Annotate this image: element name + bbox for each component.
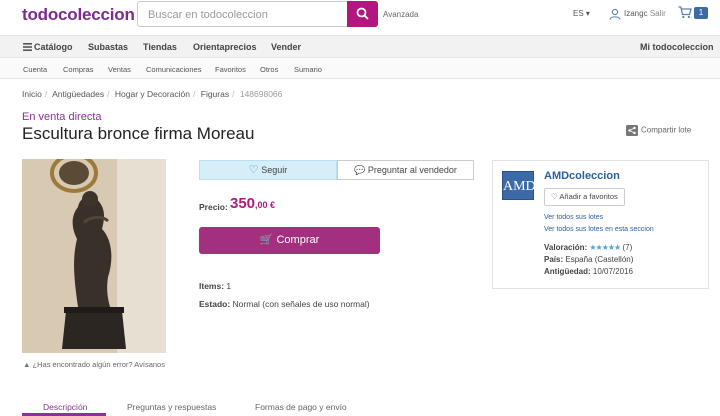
- condition-value: Normal (con señales de uso normal): [232, 299, 370, 309]
- add-favorites-label: Añadir a favoritos: [559, 192, 618, 201]
- subnav-item-sales[interactable]: Ventas: [108, 65, 131, 74]
- search-icon: [356, 7, 369, 20]
- username: Izangc: [624, 9, 648, 18]
- subnav-item-communications[interactable]: Comunicaciones: [146, 65, 201, 74]
- share-label: Compartir lote: [641, 125, 692, 135]
- report-error-link[interactable]: ▲ ¿Has encontrado algún error? Avísanos: [23, 360, 165, 369]
- warning-icon: ▲: [23, 360, 31, 369]
- report-error-label: ¿Has encontrado algún error? Avísanos: [32, 360, 165, 369]
- seller-all-lots-link[interactable]: Ver todos sus lotes: [544, 214, 603, 221]
- condition-label: Estado:: [199, 299, 231, 309]
- menu-icon: [23, 43, 32, 51]
- sculpture-illustration: [22, 159, 166, 353]
- buy-label: Comprar: [276, 234, 320, 246]
- condition-row: Estado: Normal (con señales de uso norma…: [199, 299, 370, 309]
- add-favorites-button[interactable]: ♡ Añadir a favoritos: [544, 188, 625, 206]
- items-label: Items:: [199, 281, 225, 291]
- breadcrumb-item[interactable]: Hogar y Decoración: [115, 89, 190, 99]
- search-button[interactable]: [347, 1, 378, 27]
- seller-country: País: España (Castellón): [544, 255, 633, 264]
- breadcrumb-item[interactable]: Figuras: [201, 89, 229, 99]
- site-logo[interactable]: todocoleccion: [22, 5, 135, 25]
- country-label: País:: [544, 255, 564, 264]
- rating-label: Valoración:: [544, 243, 588, 252]
- nav-my-account[interactable]: Mi todocoleccion: [640, 42, 714, 52]
- tab-questions[interactable]: Preguntas y respuestas: [127, 402, 216, 412]
- seller-rating: Valoración: ★★★★★ (7): [544, 243, 632, 252]
- cart-icon: 🛒: [259, 234, 274, 246]
- page-title: Escultura bronce firma Moreau: [22, 124, 255, 143]
- seller-section-lots-link[interactable]: Ver todos sus lotes en esta seccion: [544, 226, 654, 233]
- price-decimals: ,00 €: [255, 200, 276, 210]
- buy-button[interactable]: 🛒 Comprar: [199, 227, 380, 254]
- tab-payment-shipping[interactable]: Formas de pago y envío: [255, 402, 347, 412]
- cart-count-badge[interactable]: 1: [694, 7, 708, 19]
- advanced-search-link[interactable]: Avanzada: [383, 10, 418, 19]
- search-input[interactable]: Buscar en todocoleccion: [137, 1, 347, 27]
- items-value: 1: [226, 281, 232, 291]
- breadcrumb-lot-id: 148698066: [239, 89, 283, 99]
- share-icon: [626, 125, 638, 136]
- language-label: ES: [573, 9, 584, 18]
- subnav-item-account[interactable]: Cuenta: [23, 65, 47, 74]
- ask-seller-label: Preguntar al vendedor: [367, 165, 457, 175]
- subnav-item-summary[interactable]: Sumario: [294, 65, 322, 74]
- seller-logo[interactable]: AMD: [502, 171, 536, 200]
- price-integer: 350: [230, 195, 256, 212]
- items-row: Items: 1: [199, 281, 231, 291]
- share-button[interactable]: Compartir lote: [626, 125, 691, 136]
- nav-shops[interactable]: Tiendas: [143, 42, 177, 52]
- follow-button[interactable]: ♡ Seguir: [199, 160, 337, 180]
- seller-card: AMD AMDcoleccion ♡ Añadir a favoritos Ve…: [492, 160, 709, 289]
- chevron-down-icon: ▾: [585, 9, 590, 18]
- ask-seller-button[interactable]: 💬 Preguntar al vendedor: [337, 160, 474, 180]
- country-value: España (Castellón): [565, 255, 634, 264]
- product-image[interactable]: [22, 159, 166, 353]
- nav-auctions[interactable]: Subastas: [88, 42, 128, 52]
- chat-icon: 💬: [354, 165, 366, 175]
- account-subnav: Cuenta Compras Ventas Comunicaciones Fav…: [0, 58, 720, 79]
- breadcrumb: Inicio / Antigüedades / Hogar y Decoración…: [22, 89, 283, 99]
- age-label: Antigüedad:: [544, 267, 591, 276]
- breadcrumb-item[interactable]: Inicio: [22, 89, 42, 99]
- follow-label: Seguir: [261, 165, 288, 175]
- breadcrumb-item[interactable]: Antigüedades: [52, 89, 104, 99]
- nav-sell[interactable]: Vender: [271, 42, 301, 52]
- sale-type-label: En venta directa: [22, 111, 102, 123]
- price-value: 350,00 €: [230, 195, 275, 212]
- price-label: Precio:: [199, 202, 228, 212]
- subnav-item-favorites[interactable]: Favoritos: [215, 65, 246, 74]
- logout-link[interactable]: Salir: [650, 9, 666, 18]
- main-nav: Catálogo Subastas Tiendas Orientaprecios…: [0, 35, 720, 58]
- nav-catalog[interactable]: Catálogo: [34, 42, 73, 52]
- heart-icon: ♡: [248, 164, 259, 176]
- user-icon: [609, 7, 621, 25]
- cart-icon[interactable]: [678, 6, 692, 24]
- subnav-item-others[interactable]: Otros: [260, 65, 278, 74]
- seller-name[interactable]: AMDcoleccion: [544, 170, 620, 182]
- language-selector[interactable]: ES ▾: [573, 9, 590, 18]
- user-menu[interactable]: Izangc Salir: [624, 9, 666, 18]
- rating-count[interactable]: (7): [622, 243, 632, 252]
- heart-icon: ♡: [551, 192, 558, 201]
- tab-description[interactable]: Descripción: [43, 402, 87, 412]
- subnav-item-purchases[interactable]: Compras: [63, 65, 93, 74]
- age-value: 10/07/2016: [592, 267, 633, 276]
- nav-orientaprecios[interactable]: Orientaprecios: [193, 42, 257, 52]
- seller-age: Antigüedad: 10/07/2016: [544, 267, 633, 276]
- rating-stars: ★★★★★: [589, 243, 621, 252]
